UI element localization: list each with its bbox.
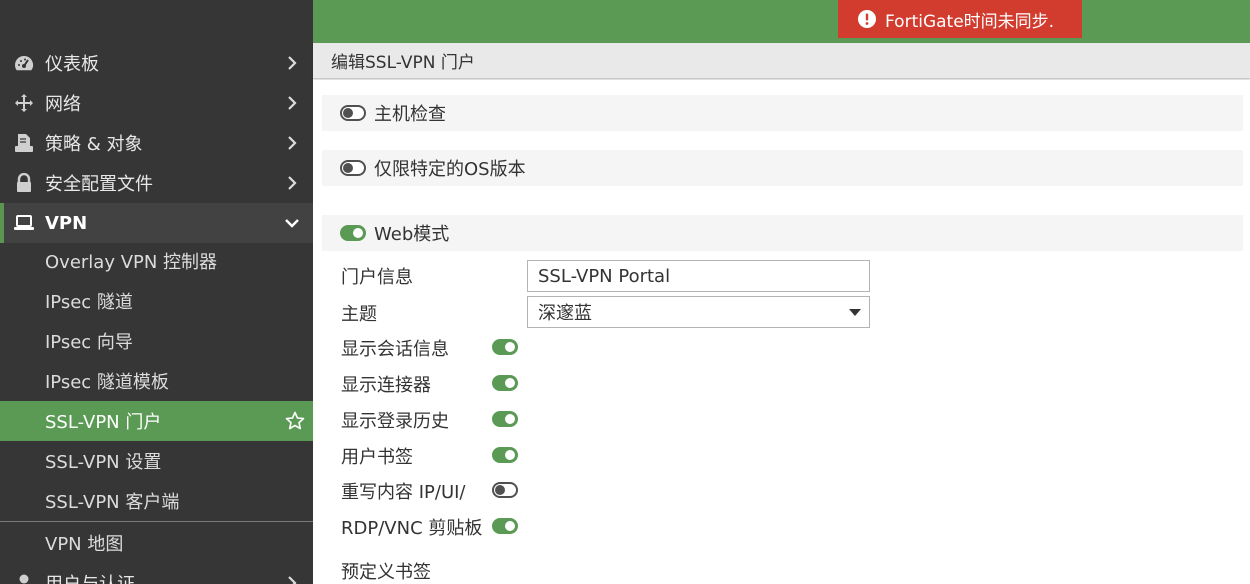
show-login-history-toggle[interactable]: [492, 411, 518, 427]
chevron-right-icon: [283, 574, 301, 584]
host-check-toggle[interactable]: [340, 105, 366, 121]
sidebar-item-vpn-map[interactable]: VPN 地图: [0, 523, 313, 563]
sidebar-item-ipsec-wizard[interactable]: IPsec 向导: [0, 321, 313, 361]
chevron-down-icon: [283, 214, 301, 232]
sidebar-item-label: 安全配置文件: [45, 174, 153, 195]
sidebar-item-label: 策略 & 对象: [45, 134, 143, 155]
sidebar-item-label: VPN 地图: [45, 534, 124, 555]
host-check-label: 主机检查: [374, 104, 446, 125]
sidebar-item-label: SSL-VPN 客户端: [45, 492, 180, 513]
rewrite-content-toggle[interactable]: [492, 482, 518, 498]
web-mode-toggle[interactable]: [340, 225, 366, 241]
sidebar-item-label: IPsec 隧道模板: [45, 372, 169, 393]
sidebar-item-label: IPsec 隧道: [45, 292, 133, 313]
alert-text: FortiGate时间未同步.: [885, 11, 1055, 32]
star-favorite-icon[interactable]: [285, 411, 305, 431]
edit-portal-form: 主机检查 仅限特定的OS版本 Web模式 门户信息 主题 深邃蓝 显示会话信息 …: [313, 80, 1250, 584]
show-connector-label: 显示连接器: [341, 375, 431, 396]
chevron-right-icon: [283, 174, 301, 192]
sidebar-item-ssl-vpn-portals[interactable]: SSL-VPN 门户: [0, 401, 313, 441]
predefined-bookmarks-label: 预定义书签: [341, 562, 431, 583]
show-session-info-toggle[interactable]: [492, 339, 518, 355]
sidebar-item-label: 用户与认证: [45, 570, 135, 584]
dashboard-icon: [13, 52, 35, 74]
sidebar-item-label: SSL-VPN 门户: [45, 412, 162, 433]
scrollbar-track[interactable]: [1243, 80, 1250, 584]
sidebar-item-label: VPN: [45, 212, 88, 234]
sidebar-item-ipsec-tunnels[interactable]: IPsec 隧道: [0, 281, 313, 321]
time-sync-alert[interactable]: FortiGate时间未同步.: [838, 0, 1082, 38]
user-bookmarks-toggle[interactable]: [492, 447, 518, 463]
sidebar-item-ssl-vpn-settings[interactable]: SSL-VPN 设置: [0, 441, 313, 481]
alert-exclamation-icon: [858, 10, 876, 28]
sidebar-item-dashboard[interactable]: 仪表板: [0, 43, 313, 83]
theme-select-value: 深邃蓝: [538, 303, 592, 324]
theme-label: 主题: [341, 304, 377, 325]
sidebar-item-overlay-vpn[interactable]: Overlay VPN 控制器: [0, 241, 313, 281]
host-check-section: 主机检查: [322, 95, 1250, 131]
sidebar-item-security-profiles[interactable]: 安全配置文件: [0, 163, 313, 203]
sidebar-item-ssl-vpn-clients[interactable]: SSL-VPN 客户端: [0, 481, 313, 521]
lock-icon: [13, 172, 35, 194]
chevron-right-icon: [283, 54, 301, 72]
sidebar-divider: [0, 521, 313, 522]
web-mode-section: Web模式: [322, 215, 1250, 251]
policy-document-icon: [13, 132, 35, 154]
user-bookmarks-label: 用户书签: [341, 447, 413, 468]
sidebar-item-label: SSL-VPN 设置: [45, 452, 162, 473]
portal-message-input[interactable]: [527, 260, 870, 292]
network-move-icon: [13, 92, 35, 114]
sidebar-item-user-auth[interactable]: 用户与认证: [0, 563, 313, 584]
sidebar-item-label: 仪表板: [45, 54, 99, 75]
web-mode-label: Web模式: [374, 224, 450, 245]
laptop-icon: [13, 212, 35, 234]
sidebar-item-policy-objects[interactable]: 策略 & 对象: [0, 123, 313, 163]
show-session-info-label: 显示会话信息: [341, 339, 449, 360]
sidebar-item-label: IPsec 向导: [45, 332, 133, 353]
portal-message-label: 门户信息: [341, 267, 413, 288]
show-login-history-label: 显示登录历史: [341, 411, 449, 432]
user-icon: [13, 572, 35, 584]
theme-select[interactable]: 深邃蓝: [527, 296, 870, 328]
chevron-right-icon: [283, 134, 301, 152]
os-limit-toggle[interactable]: [340, 160, 366, 176]
page-title-text: 编辑SSL-VPN 门户: [331, 53, 475, 73]
os-limit-label: 仅限特定的OS版本: [374, 159, 526, 180]
sidebar-item-label: 网络: [45, 94, 81, 115]
chevron-right-icon: [283, 94, 301, 112]
caret-down-icon: [849, 309, 861, 316]
top-header-bar: [313, 0, 1250, 43]
sidebar-item-ipsec-templates[interactable]: IPsec 隧道模板: [0, 361, 313, 401]
sidebar-item-vpn[interactable]: VPN: [0, 203, 313, 243]
page-title: 编辑SSL-VPN 门户: [313, 43, 1250, 79]
sidebar-item-label: Overlay VPN 控制器: [45, 252, 218, 273]
sidebar-item-network[interactable]: 网络: [0, 83, 313, 123]
sidebar: 仪表板 网络 策略 & 对象 安全配置文件 VPN Overlay VPN 控制…: [0, 0, 313, 584]
rdp-vnc-clipboard-label: RDP/VNC 剪贴板: [341, 518, 483, 539]
rdp-vnc-clipboard-toggle[interactable]: [492, 518, 518, 534]
rewrite-content-label: 重写内容 IP/UI/: [341, 482, 466, 503]
os-limit-section: 仅限特定的OS版本: [322, 150, 1250, 186]
show-connector-toggle[interactable]: [492, 375, 518, 391]
